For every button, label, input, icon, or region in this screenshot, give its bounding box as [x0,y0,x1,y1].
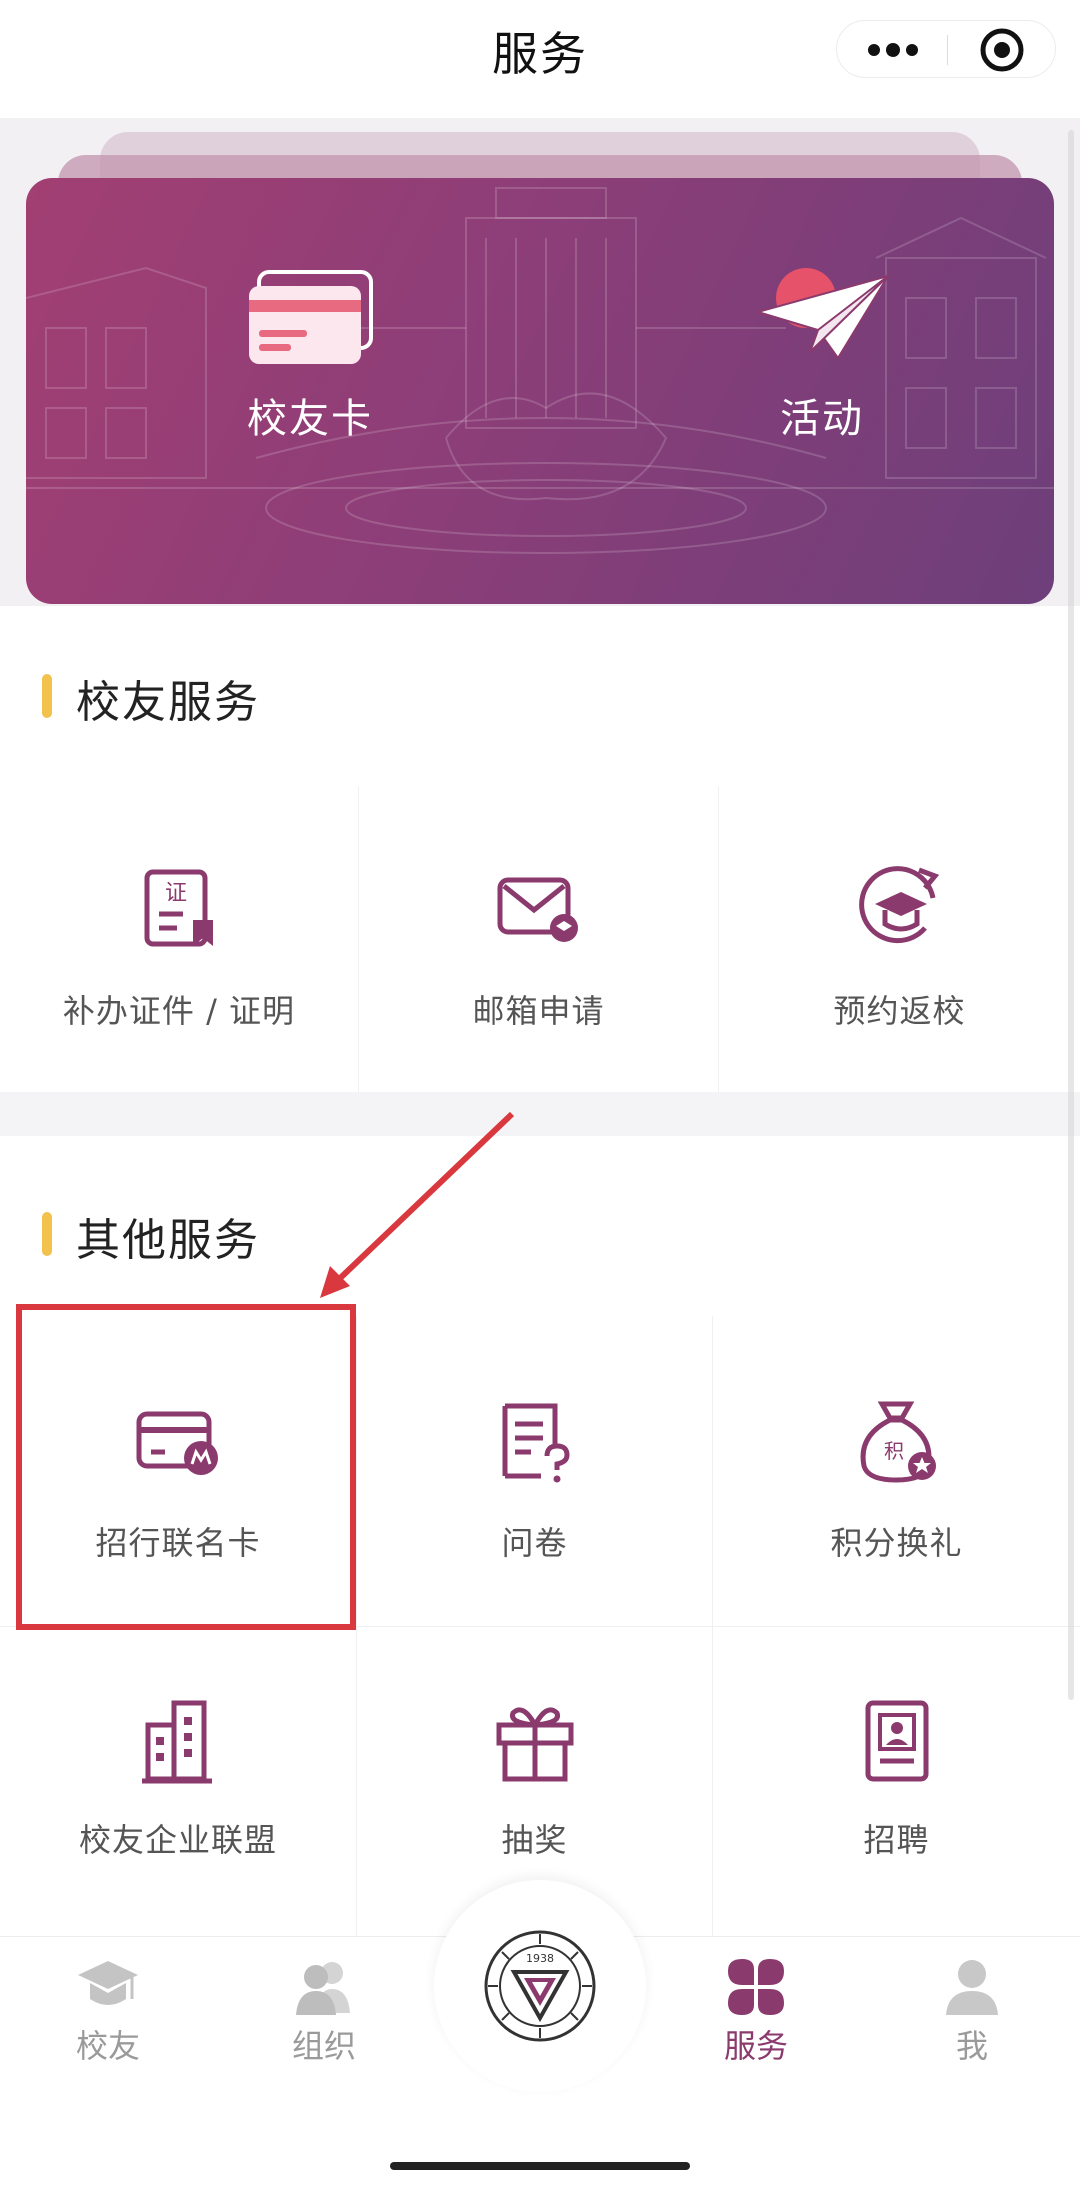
mini-program-capsule [836,20,1056,78]
banner-card: 校友卡 活动 [26,178,1054,604]
people-icon [296,1962,350,2015]
svg-text:证: 证 [165,881,187,906]
section-accent-bar [42,1212,52,1256]
home-indicator [390,2162,690,2170]
mail-icon [497,877,578,942]
tab-label: 组织 [291,2027,356,2065]
service-points-redeem[interactable]: 积 积分换礼 [713,1316,1080,1626]
navigation-bar: 服务 [0,0,1080,118]
service-label: 招聘 [863,1821,930,1859]
service-label: 预约返校 [833,992,966,1030]
graduation-return-icon [858,866,939,944]
service-label: 补办证件 / 证明 [62,992,296,1030]
alumni-services-header: 校友服务 [0,606,1080,786]
section-accent-bar [42,674,52,718]
university-logo-button[interactable]: 1938 [434,1880,646,2092]
scrollbar[interactable] [1068,130,1074,1700]
tab-organization[interactable]: 组织 [216,1957,432,2067]
service-label: 抽奖 [501,1821,568,1859]
service-mail-application[interactable]: 邮箱申请 [359,786,718,1092]
tab-label: 校友 [75,2027,140,2065]
close-mini-program-button[interactable] [947,21,1057,79]
service-alumni-enterprise-alliance[interactable]: 校友企业联盟 [0,1627,356,1936]
resume-icon [865,1700,928,1782]
alumni-card-entry[interactable]: 校友卡 [190,268,430,444]
questionnaire-icon [502,1403,570,1483]
tab-services[interactable]: 服务 [648,1957,864,2067]
tab-label: 服务 [723,2027,788,2065]
university-emblem-icon: 1938 [484,1930,596,2042]
gift-icon [496,1707,573,1782]
more-dots-icon [868,43,918,57]
service-page: 服务 校友卡 活动 校友服务 证 补办证件 / 证明 邮箱申请 预约返校 其他服… [0,0,1080,2186]
activity-entry[interactable]: 活动 [702,268,942,444]
points-bag-icon: 积 [860,1401,936,1483]
svg-text:积: 积 [884,1439,904,1463]
section-gap [0,1092,1080,1136]
service-label: 积分换礼 [830,1524,963,1562]
activity-label: 活动 [780,396,864,442]
other-services-header: 其他服务 [0,1136,1080,1316]
graduation-cap-icon [78,1961,138,2005]
paper-plane-icon [754,268,891,360]
building-icon [142,1700,212,1784]
service-label: 问卷 [501,1524,568,1562]
clover-icon [728,1959,784,2015]
person-icon [946,1960,998,2015]
service-label: 邮箱申请 [472,992,605,1030]
service-return-to-school[interactable]: 预约返校 [719,786,1080,1092]
alumni-card-label: 校友卡 [247,396,373,442]
more-menu-button[interactable] [837,21,947,79]
service-questionnaire[interactable]: 问卷 [357,1316,712,1626]
alumni-services-grid: 证 补办证件 / 证明 邮箱申请 预约返校 [0,786,1080,1092]
section-title: 校友服务 [76,677,260,728]
service-reissue-certificate[interactable]: 证 补办证件 / 证明 [0,786,358,1092]
target-icon [980,28,1024,72]
svg-text:1938: 1938 [526,1952,554,1965]
alumni-card-icon [249,270,373,364]
tab-alumni[interactable]: 校友 [0,1957,216,2067]
tab-me[interactable]: 我 [864,1957,1080,2067]
certificate-icon: 证 [144,869,213,947]
section-title: 其他服务 [76,1215,260,1266]
service-recruitment[interactable]: 招聘 [713,1627,1080,1936]
service-label: 校友企业联盟 [78,1821,277,1859]
annotation-highlight-box [16,1304,356,1630]
tab-label: 我 [955,2027,988,2065]
